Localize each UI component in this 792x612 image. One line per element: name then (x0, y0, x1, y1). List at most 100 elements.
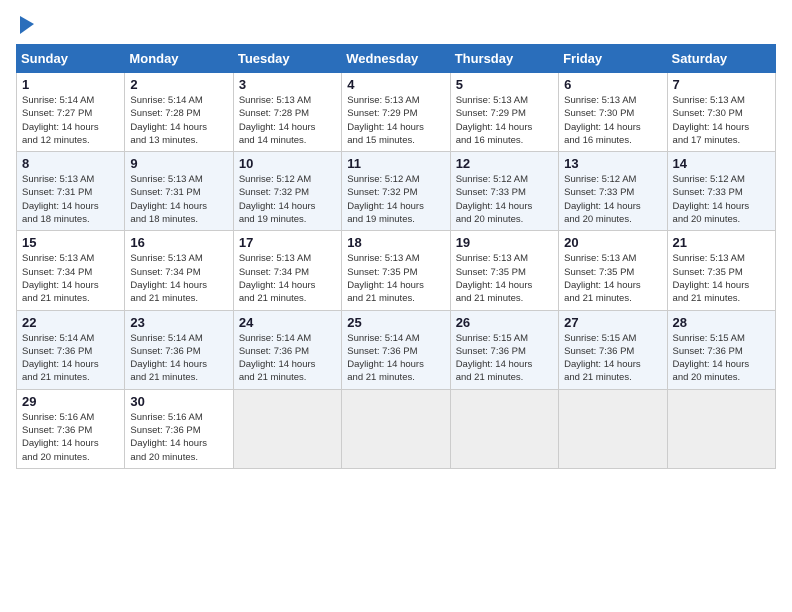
calendar-cell: 17Sunrise: 5:13 AMSunset: 7:34 PMDayligh… (233, 231, 341, 310)
weekday-header-sunday: Sunday (17, 45, 125, 73)
day-number: 16 (130, 235, 227, 250)
day-info: Sunrise: 5:14 AMSunset: 7:36 PMDaylight:… (239, 332, 336, 385)
weekday-header-friday: Friday (559, 45, 667, 73)
day-info: Sunrise: 5:13 AMSunset: 7:34 PMDaylight:… (130, 252, 227, 305)
day-number: 13 (564, 156, 661, 171)
calendar-cell (667, 389, 775, 468)
day-info: Sunrise: 5:13 AMSunset: 7:29 PMDaylight:… (347, 94, 444, 147)
day-number: 2 (130, 77, 227, 92)
calendar-cell: 10 Sunrise: 5:12 AMSunset: 7:32 PMDayligh… (233, 152, 341, 231)
day-info: Sunrise: 5:13 AMSunset: 7:28 PMDaylight:… (239, 94, 336, 147)
day-info: Sunrise: 5:14 AMSunset: 7:36 PMDaylight:… (347, 332, 444, 385)
calendar-cell: 11 Sunrise: 5:12 AMSunset: 7:32 PMDayligh… (342, 152, 450, 231)
day-info: Sunrise: 5:13 AMSunset: 7:35 PMDaylight:… (347, 252, 444, 305)
logo-triangle-icon (18, 16, 34, 34)
calendar-cell (233, 389, 341, 468)
calendar-cell: 26 Sunrise: 5:15 AMSunset: 7:36 PMDayligh… (450, 310, 558, 389)
day-number: 7 (673, 77, 770, 92)
calendar-cell: 3Sunrise: 5:13 AMSunset: 7:28 PMDaylight… (233, 73, 341, 152)
weekday-header-tuesday: Tuesday (233, 45, 341, 73)
day-info: Sunrise: 5:13 AMSunset: 7:35 PMDaylight:… (456, 252, 553, 305)
calendar-cell: 16 Sunrise: 5:13 AMSunset: 7:34 PMDayligh… (125, 231, 233, 310)
calendar-cell: 23 Sunrise: 5:14 AMSunset: 7:36 PMDayligh… (125, 310, 233, 389)
day-number: 14 (673, 156, 770, 171)
day-number: 6 (564, 77, 661, 92)
day-number: 20 (564, 235, 661, 250)
week-row-3: 15 Sunrise: 5:13 AMSunset: 7:34 PMDayligh… (17, 231, 776, 310)
day-number: 11 (347, 156, 444, 171)
calendar-cell: 25 Sunrise: 5:14 AMSunset: 7:36 PMDayligh… (342, 310, 450, 389)
week-row-4: 22 Sunrise: 5:14 AMSunset: 7:36 PMDayligh… (17, 310, 776, 389)
day-info: Sunrise: 5:12 AMSunset: 7:32 PMDaylight:… (347, 173, 444, 226)
day-number: 15 (22, 235, 119, 250)
day-info: Sunrise: 5:15 AMSunset: 7:36 PMDaylight:… (564, 332, 661, 385)
day-info: Sunrise: 5:14 AMSunset: 7:36 PMDaylight:… (130, 332, 227, 385)
day-number: 8 (22, 156, 119, 171)
day-number: 17 (239, 235, 336, 250)
calendar-cell (450, 389, 558, 468)
week-row-5: 29 Sunrise: 5:16 AMSunset: 7:36 PMDayligh… (17, 389, 776, 468)
day-info: Sunrise: 5:13 AMSunset: 7:31 PMDaylight:… (130, 173, 227, 226)
day-number: 25 (347, 315, 444, 330)
calendar-cell: 4 Sunrise: 5:13 AMSunset: 7:29 PMDaylight… (342, 73, 450, 152)
weekday-header-monday: Monday (125, 45, 233, 73)
header (16, 16, 776, 34)
day-number: 12 (456, 156, 553, 171)
calendar-cell: 7 Sunrise: 5:13 AMSunset: 7:30 PMDaylight… (667, 73, 775, 152)
day-number: 10 (239, 156, 336, 171)
calendar-cell: 8 Sunrise: 5:13 AMSunset: 7:31 PMDaylight… (17, 152, 125, 231)
week-row-2: 8 Sunrise: 5:13 AMSunset: 7:31 PMDaylight… (17, 152, 776, 231)
calendar-cell: 29 Sunrise: 5:16 AMSunset: 7:36 PMDayligh… (17, 389, 125, 468)
day-number: 21 (673, 235, 770, 250)
day-number: 5 (456, 77, 553, 92)
calendar-cell: 1Sunrise: 5:14 AMSunset: 7:27 PMDaylight… (17, 73, 125, 152)
calendar-cell: 20 Sunrise: 5:13 AMSunset: 7:35 PMDayligh… (559, 231, 667, 310)
weekday-header-wednesday: Wednesday (342, 45, 450, 73)
day-number: 9 (130, 156, 227, 171)
calendar-cell: 12 Sunrise: 5:12 AMSunset: 7:33 PMDayligh… (450, 152, 558, 231)
day-number: 27 (564, 315, 661, 330)
day-number: 29 (22, 394, 119, 409)
day-info: Sunrise: 5:15 AMSunset: 7:36 PMDaylight:… (673, 332, 770, 385)
calendar-cell: 9 Sunrise: 5:13 AMSunset: 7:31 PMDaylight… (125, 152, 233, 231)
day-info: Sunrise: 5:12 AMSunset: 7:33 PMDaylight:… (564, 173, 661, 226)
calendar-cell: 24 Sunrise: 5:14 AMSunset: 7:36 PMDayligh… (233, 310, 341, 389)
day-info: Sunrise: 5:13 AMSunset: 7:30 PMDaylight:… (564, 94, 661, 147)
day-info: Sunrise: 5:13 AMSunset: 7:29 PMDaylight:… (456, 94, 553, 147)
day-number: 18 (347, 235, 444, 250)
calendar-cell: 14 Sunrise: 5:12 AMSunset: 7:33 PMDayligh… (667, 152, 775, 231)
calendar-cell (559, 389, 667, 468)
day-info: Sunrise: 5:12 AMSunset: 7:32 PMDaylight:… (239, 173, 336, 226)
day-number: 28 (673, 315, 770, 330)
day-info: Sunrise: 5:13 AMSunset: 7:34 PMDaylight:… (22, 252, 119, 305)
calendar-cell: 15 Sunrise: 5:13 AMSunset: 7:34 PMDayligh… (17, 231, 125, 310)
day-number: 26 (456, 315, 553, 330)
day-number: 19 (456, 235, 553, 250)
week-row-1: 1Sunrise: 5:14 AMSunset: 7:27 PMDaylight… (17, 73, 776, 152)
calendar-cell: 18 Sunrise: 5:13 AMSunset: 7:35 PMDayligh… (342, 231, 450, 310)
weekday-header-row: SundayMondayTuesdayWednesdayThursdayFrid… (17, 45, 776, 73)
calendar-cell: 27 Sunrise: 5:15 AMSunset: 7:36 PMDayligh… (559, 310, 667, 389)
day-info: Sunrise: 5:12 AMSunset: 7:33 PMDaylight:… (673, 173, 770, 226)
day-number: 4 (347, 77, 444, 92)
day-info: Sunrise: 5:13 AMSunset: 7:30 PMDaylight:… (673, 94, 770, 147)
day-info: Sunrise: 5:14 AMSunset: 7:36 PMDaylight:… (22, 332, 119, 385)
day-number: 24 (239, 315, 336, 330)
day-info: Sunrise: 5:16 AMSunset: 7:36 PMDaylight:… (130, 411, 227, 464)
calendar-cell: 30 Sunrise: 5:16 AMSunset: 7:36 PMDayligh… (125, 389, 233, 468)
calendar-cell: 28 Sunrise: 5:15 AMSunset: 7:36 PMDayligh… (667, 310, 775, 389)
day-info: Sunrise: 5:13 AMSunset: 7:31 PMDaylight:… (22, 173, 119, 226)
calendar-cell: 21 Sunrise: 5:13 AMSunset: 7:35 PMDayligh… (667, 231, 775, 310)
day-info: Sunrise: 5:16 AMSunset: 7:36 PMDaylight:… (22, 411, 119, 464)
calendar-cell: 19 Sunrise: 5:13 AMSunset: 7:35 PMDayligh… (450, 231, 558, 310)
calendar-cell (342, 389, 450, 468)
day-info: Sunrise: 5:13 AMSunset: 7:35 PMDaylight:… (673, 252, 770, 305)
day-number: 23 (130, 315, 227, 330)
day-number: 22 (22, 315, 119, 330)
day-info: Sunrise: 5:14 AMSunset: 7:27 PMDaylight:… (22, 94, 119, 147)
day-info: Sunrise: 5:13 AMSunset: 7:35 PMDaylight:… (564, 252, 661, 305)
day-info: Sunrise: 5:12 AMSunset: 7:33 PMDaylight:… (456, 173, 553, 226)
day-number: 30 (130, 394, 227, 409)
logo (16, 16, 34, 34)
day-info: Sunrise: 5:15 AMSunset: 7:36 PMDaylight:… (456, 332, 553, 385)
